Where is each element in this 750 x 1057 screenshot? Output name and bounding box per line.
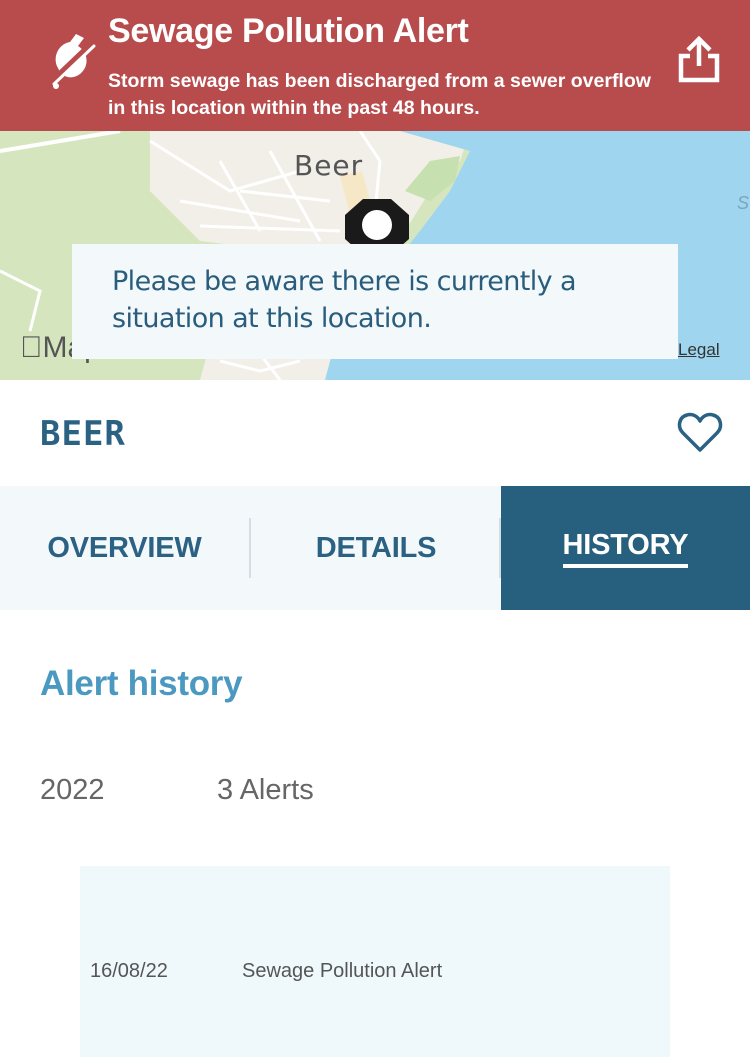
alert-type: Sewage Pollution Alert	[242, 960, 443, 982]
alert-date: 16/08/22	[90, 960, 168, 982]
alert-banner: Sewage Pollution Alert Storm sewage has …	[0, 0, 750, 131]
alert-history-card[interactable]: 16/08/22 Sewage Pollution Alert	[80, 866, 670, 1057]
share-icon[interactable]	[676, 36, 722, 84]
map-edge-label: S	[737, 193, 750, 213]
situation-notice: Please be aware there is currently a sit…	[72, 244, 678, 359]
alert-message: Storm sewage has been discharged from a …	[108, 70, 651, 119]
tab-details[interactable]: DETAILS	[251, 486, 501, 610]
location-title: BEER	[40, 414, 126, 454]
tab-details-label: DETAILS	[315, 531, 437, 564]
location-map[interactable]: Beer S Map Legal Please be aware there …	[0, 131, 750, 380]
situation-notice-text: Please be aware there is currently a sit…	[112, 266, 577, 334]
map-legal-link[interactable]: Legal	[678, 340, 720, 360]
history-year: 2022	[40, 774, 105, 806]
map-town-label: Beer	[294, 149, 364, 182]
no-swim-icon	[46, 34, 96, 89]
heart-outline-icon[interactable]	[677, 412, 723, 454]
tab-history[interactable]: HISTORY	[501, 486, 750, 610]
alert-title: Sewage Pollution Alert	[108, 12, 469, 50]
tab-overview-label: OVERVIEW	[47, 531, 202, 564]
tab-overview[interactable]: OVERVIEW	[0, 486, 249, 610]
tab-bar: OVERVIEW DETAILS HISTORY	[0, 486, 750, 610]
alert-history-title: Alert history	[40, 664, 243, 703]
tab-history-label: HISTORY	[562, 529, 689, 568]
history-alert-count: 3 Alerts	[217, 774, 314, 806]
